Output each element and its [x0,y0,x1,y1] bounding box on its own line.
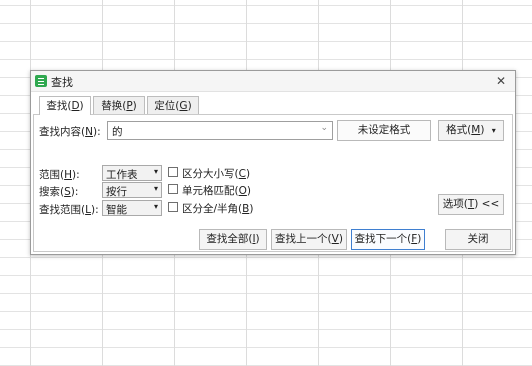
search-order-label: 搜索(S): [39,184,78,199]
scope-value: 工作表 [106,169,138,181]
tab-goto-label: 定位( [154,100,180,112]
options-toggle-label: 选项( [442,198,468,210]
match-cell-label-text: 单元格匹配( [182,185,239,197]
format-caret-icon: ▾ [491,126,496,135]
format-button[interactable]: 格式(M) ▾ [438,120,504,141]
match-case-checkbox[interactable] [168,167,178,177]
look-in-select[interactable]: 智能 ▾ [102,200,162,216]
close-button-label: 关闭 [467,233,489,245]
search-order-select[interactable]: 按行 ▾ [102,182,162,198]
match-cell-label-suffix: ) [246,185,251,197]
search-order-label-key: S [64,186,71,198]
tab-replace-suffix: ) [132,100,137,112]
find-content-value: 的 [112,126,123,138]
find-previous-suffix: ) [338,233,343,245]
match-case-label-key: C [238,168,246,180]
find-all-label: 查找全部( [206,233,253,245]
match-cell-label-key: O [238,185,247,197]
find-app-icon [35,75,47,87]
look-in-label: 查找范围(L): [39,202,99,217]
format-suffix: ) [480,124,485,136]
find-content-label-text: 查找内容( [39,126,86,138]
chevron-down-icon[interactable]: ⌄ [320,123,328,133]
find-next-suffix: ) [417,233,422,245]
find-all-button[interactable]: 查找全部(I) [199,229,267,250]
tab-replace[interactable]: 替换(P) [93,96,145,114]
match-width-label-suffix: ) [249,203,254,215]
tab-goto-suffix: ) [187,100,192,112]
find-content-input[interactable]: 的 ⌄ [107,121,333,140]
match-case-label-text: 区分大小写( [182,168,239,180]
format-label: 格式( [446,124,472,136]
match-case-label[interactable]: 区分大小写(C) [182,166,250,181]
match-width-checkbox[interactable] [168,202,178,212]
find-next-button[interactable]: 查找下一个(F) [351,229,425,250]
tab-goto-key: G [179,100,188,112]
tab-find[interactable]: 查找(D) [39,96,91,115]
search-order-label-text: 搜索( [39,186,65,198]
match-width-label[interactable]: 区分全/半角(B) [182,201,253,216]
match-width-label-text: 区分全/半角( [182,203,243,215]
search-order-value: 按行 [106,186,127,198]
dialog-title: 查找 [51,76,73,89]
no-format-label: 未设定格式 [357,124,411,136]
scope-label: 范围(H): [39,167,80,182]
find-content-label: 查找内容(N): [39,124,101,139]
dialog-titlebar[interactable]: 查找 ✕ [31,71,515,92]
find-previous-label: 查找上一个( [275,233,332,245]
look-in-label-suffix: ): [90,204,99,216]
match-case-label-suffix: ) [245,168,251,180]
find-next-label: 查找下一个( [354,233,412,245]
close-button[interactable]: 关闭 [445,229,511,250]
options-toggle-suffix: ) << [474,198,500,210]
close-icon[interactable]: ✕ [493,73,509,89]
format-key: M [471,124,481,136]
find-dialog: 查找 ✕ 查找(D) 替换(P) 定位(G) 查找内容(N): 的 ⌄ 未设定格… [30,70,516,255]
look-in-caret-icon: ▾ [153,202,158,211]
tab-find-label: 查找( [46,100,72,112]
scope-select[interactable]: 工作表 ▾ [102,165,162,181]
no-format-button[interactable]: 未设定格式 [337,120,431,141]
find-previous-key: V [331,233,339,245]
match-cell-label[interactable]: 单元格匹配(O) [182,183,251,198]
find-content-label-suffix: ): [92,126,101,138]
scope-label-text: 范围( [39,169,65,181]
look-in-value: 智能 [106,204,127,216]
scope-caret-icon: ▾ [153,167,158,176]
tab-goto[interactable]: 定位(G) [147,96,199,114]
find-content-label-key: N [85,126,93,138]
tab-find-suffix: ) [79,100,84,112]
search-order-label-suffix: ): [70,186,79,198]
find-all-suffix: ) [255,233,260,245]
look-in-label-text: 查找范围( [39,204,86,216]
search-order-caret-icon: ▾ [153,184,158,193]
tab-replace-label: 替换( [101,100,127,112]
scope-label-suffix: ): [72,169,80,181]
options-toggle-button[interactable]: 选项(T) << [438,194,504,215]
match-cell-checkbox[interactable] [168,184,178,194]
find-previous-button[interactable]: 查找上一个(V) [271,229,347,250]
scope-label-key: H [64,169,73,181]
tab-find-key: D [71,100,80,112]
